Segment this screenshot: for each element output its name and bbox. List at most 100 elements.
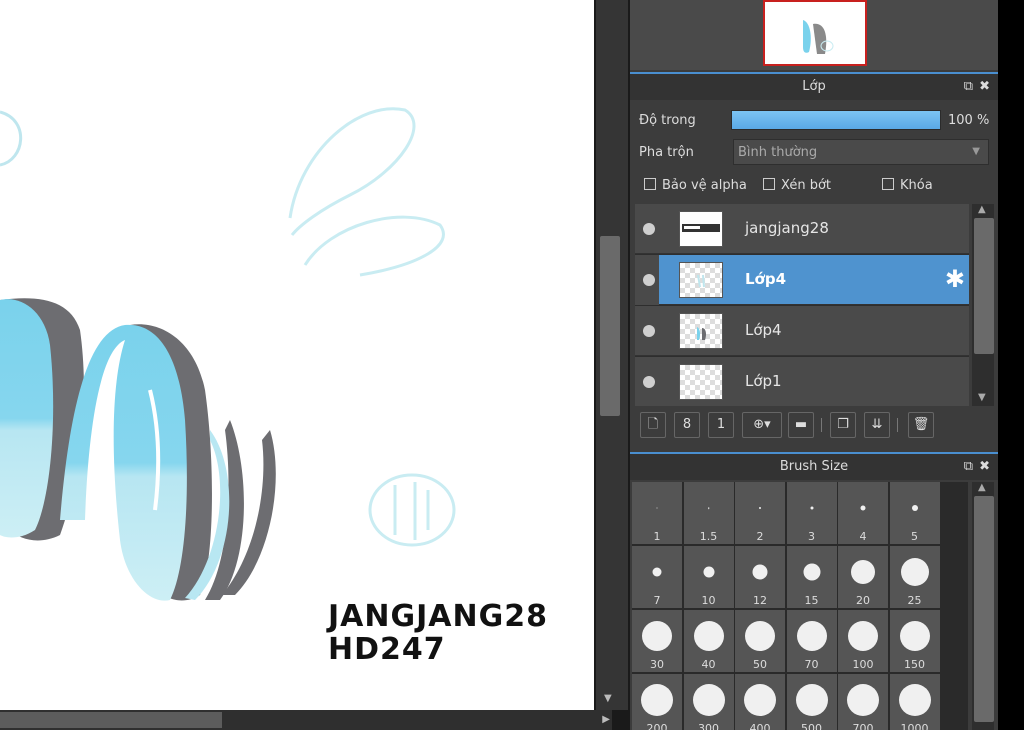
layer-row[interactable]: Lớp4 (635, 306, 969, 356)
layer-list: jangjang28 Lớp4 ✱ Lớp4 Lớp1 (635, 204, 969, 406)
scroll-up-icon[interactable]: ▲ (978, 482, 986, 493)
app-window: JANGJANG28 HD247 ▶ ▼ Lớp ⧉ ✖ Độ trong 10… (0, 0, 1024, 730)
brush-size-cell[interactable]: 100 (838, 610, 888, 672)
brush-size-label: 500 (801, 722, 822, 730)
trash-icon[interactable]: 🗑 (908, 412, 934, 438)
brush-dot-icon (745, 621, 775, 651)
brush-size-label: 4 (859, 530, 867, 543)
brush-size-label: 40 (701, 658, 716, 671)
clipping-checkbox[interactable]: Xén bớt (763, 178, 831, 193)
layer-thumbnail (679, 364, 723, 400)
brush-size-label: 15 (804, 594, 819, 607)
window-edge (998, 0, 1024, 730)
brush-dot-icon (703, 566, 714, 578)
brush-size-cell[interactable]: 400 (735, 674, 785, 730)
new-8bit-layer-icon[interactable]: 8 (674, 412, 700, 438)
canvas-vertical-scrollbar[interactable]: ▼ (596, 0, 628, 710)
brush-size-label: 200 (646, 722, 668, 730)
visibility-icon[interactable] (643, 223, 655, 235)
horizontal-scroll-thumb[interactable] (0, 712, 222, 728)
brush-dot-icon (652, 567, 662, 577)
new-1bit-layer-icon[interactable]: 1 (708, 412, 734, 438)
brush-size-title: Brush Size (779, 459, 849, 474)
protect-alpha-checkbox[interactable]: Bảo vệ alpha (644, 178, 747, 193)
vertical-scroll-thumb[interactable] (600, 236, 620, 416)
brush-dot-icon (656, 507, 658, 509)
layer-row-selected[interactable]: Lớp4 ✱ (643, 255, 969, 305)
layer-name: Lớp4 (745, 321, 782, 339)
brush-size-cell[interactable]: 20 (838, 546, 888, 608)
layer-list-scrollbar[interactable]: ▲ ▼ (972, 204, 994, 406)
brush-size-scrollbar[interactable]: ▲ (972, 482, 994, 730)
brush-dot-icon (692, 684, 725, 716)
new-layer-icon[interactable]: 🗋 (640, 412, 666, 438)
visibility-icon[interactable] (643, 325, 655, 337)
lock-checkbox[interactable]: Khóa (882, 178, 933, 193)
duplicate-layer-icon[interactable]: ❐ (830, 412, 856, 438)
opacity-slider[interactable] (731, 110, 941, 130)
close-icon[interactable]: ✖ (979, 79, 990, 94)
brush-scroll-thumb[interactable] (974, 496, 994, 722)
brush-size-label: 150 (904, 658, 925, 671)
brush-size-cell[interactable]: 25 (889, 546, 940, 608)
brush-size-cell[interactable]: 30 (632, 610, 682, 672)
layer-name: jangjang28 (745, 219, 829, 237)
scroll-up-icon[interactable]: ▲ (978, 204, 986, 215)
brush-size-label: 12 (753, 594, 767, 607)
navigator-panel (630, 0, 998, 70)
layer-row[interactable]: jangjang28 (635, 204, 969, 254)
popout-icon[interactable]: ⧉ (964, 459, 973, 474)
checkbox-icon (644, 178, 656, 190)
brush-size-label: 30 (650, 658, 664, 671)
brush-size-cell[interactable]: 12 (735, 546, 785, 608)
brush-size-cell[interactable]: 1 (632, 482, 682, 544)
brush-dot-icon (803, 563, 820, 581)
visibility-icon[interactable] (643, 274, 655, 286)
scroll-down-icon[interactable]: ▼ (604, 693, 612, 704)
brush-size-cell[interactable]: 500 (786, 674, 837, 730)
brush-dot-icon (860, 505, 866, 511)
brush-size-cell[interactable]: 5 (889, 482, 940, 544)
brush-size-cell[interactable]: 4 (838, 482, 888, 544)
brush-size-label: 7 (653, 594, 661, 607)
brush-dot-icon (848, 621, 878, 651)
brush-size-cell[interactable]: 2 (735, 482, 785, 544)
brush-size-cell[interactable]: 1.5 (683, 482, 734, 544)
close-icon[interactable]: ✖ (979, 459, 990, 474)
brush-size-cell[interactable]: 1000 (889, 674, 940, 730)
gear-icon[interactable]: ✱ (945, 266, 965, 292)
brush-size-cell[interactable]: 10 (683, 546, 734, 608)
brush-size-cell[interactable]: 70 (786, 610, 837, 672)
merge-layer-icon[interactable]: ⇊ (864, 412, 890, 438)
layer-row[interactable]: Lớp1 (635, 357, 969, 406)
brush-size-cell[interactable]: 7 (632, 546, 682, 608)
add-layer-dropdown-icon[interactable]: ⊕▾ (742, 412, 782, 438)
drawing-canvas[interactable]: JANGJANG28 HD247 (0, 0, 594, 710)
brush-size-label: 3 (808, 530, 815, 543)
brush-size-cell[interactable]: 150 (889, 610, 940, 672)
brush-dot-icon (898, 684, 931, 716)
blend-mode-select[interactable]: Bình thường ▼ (733, 139, 989, 165)
brush-dot-icon (847, 684, 879, 716)
folder-icon[interactable]: ▬ (788, 412, 814, 438)
brush-size-cell[interactable]: 50 (735, 610, 785, 672)
layer-toolbar: 🗋 8 1 ⊕▾ ▬ ❐ ⇊ 🗑 (630, 406, 998, 444)
scroll-down-icon[interactable]: ▼ (978, 392, 986, 403)
brush-size-cell[interactable]: 700 (838, 674, 888, 730)
navigator-preview[interactable] (763, 0, 867, 66)
visibility-icon[interactable] (643, 376, 655, 388)
signature-line-2: HD247 (328, 632, 446, 667)
brush-dot-icon (810, 506, 813, 510)
popout-icon[interactable]: ⧉ (964, 79, 973, 94)
brush-size-titlebar: Brush Size ⧉ ✖ (630, 452, 998, 480)
brush-size-label: 25 (907, 594, 922, 607)
brush-size-cell[interactable]: 3 (786, 482, 837, 544)
canvas-horizontal-scrollbar[interactable]: ▶ (0, 710, 612, 730)
layer-scroll-thumb[interactable] (974, 218, 994, 354)
brush-size-cell[interactable]: 200 (632, 674, 682, 730)
brush-size-cell[interactable]: 15 (786, 546, 837, 608)
brush-size-cell[interactable]: 40 (683, 610, 734, 672)
brush-size-cell[interactable]: 300 (683, 674, 734, 730)
brush-size-label: 10 (701, 594, 716, 607)
scroll-right-icon[interactable]: ▶ (602, 714, 610, 725)
